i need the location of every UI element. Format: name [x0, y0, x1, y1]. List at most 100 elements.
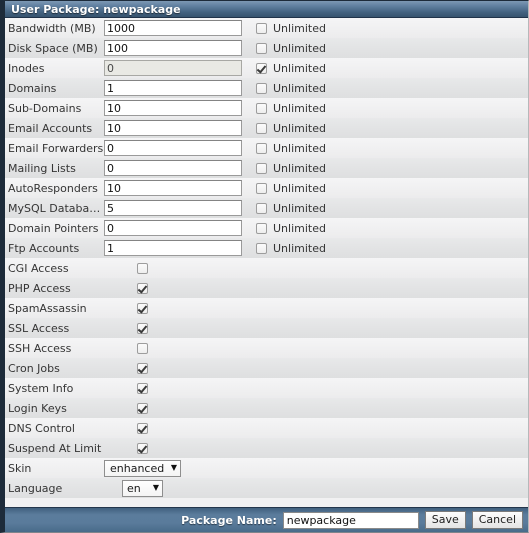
quota-value-input[interactable] [104, 40, 242, 56]
unlimited-label: Unlimited [273, 121, 326, 135]
quota-value-input[interactable] [104, 240, 242, 256]
feature-toggle-cell [104, 322, 181, 334]
package-name-input[interactable] [282, 511, 419, 529]
row-label: Domains [8, 81, 57, 95]
feature-checkbox[interactable] [137, 422, 148, 434]
quota-value-input[interactable] [104, 140, 242, 156]
settings-row: Language en ▼ [5, 478, 528, 498]
settings-row: Cron Jobs [5, 358, 528, 378]
unlimited-label: Unlimited [273, 41, 326, 55]
unlimited-cell: Unlimited [256, 202, 326, 215]
lang-select[interactable]: en ▼ [122, 479, 163, 497]
row-label: Ftp Accounts [8, 241, 80, 255]
unlimited-checkbox[interactable] [256, 42, 267, 54]
unlimited-checkbox[interactable] [256, 222, 267, 234]
feature-checkbox[interactable] [137, 342, 148, 354]
unlimited-checkbox[interactable] [256, 142, 267, 154]
row-label: System Info [8, 381, 74, 395]
settings-row: DNS Control [5, 418, 528, 438]
chevron-down-icon: ▼ [170, 463, 177, 472]
feature-checkbox[interactable] [137, 382, 148, 394]
feature-toggle-cell [104, 362, 181, 374]
skin-select[interactable]: enhanced ▼ [104, 459, 181, 477]
unlimited-checkbox[interactable] [256, 22, 267, 34]
unlimited-label: Unlimited [273, 181, 326, 195]
quota-value-input[interactable] [104, 60, 242, 76]
settings-row: SSH Access [5, 338, 528, 358]
settings-row: Login Keys [5, 398, 528, 418]
settings-row: Skin enhanced ▼ [5, 458, 528, 478]
window-title: User Package: newpackage [5, 1, 528, 18]
unlimited-cell: Unlimited [256, 82, 326, 95]
unlimited-label: Unlimited [273, 141, 326, 155]
unlimited-label: Unlimited [273, 61, 326, 75]
quota-value-input[interactable] [104, 80, 242, 96]
feature-toggle-cell [104, 262, 181, 274]
unlimited-checkbox[interactable] [256, 102, 267, 114]
row-label: Disk Space (MB) [8, 41, 98, 55]
feature-checkbox[interactable] [137, 302, 148, 314]
settings-row: Inodes Unlimited [5, 58, 528, 78]
feature-checkbox[interactable] [137, 442, 148, 454]
row-label: SSL Access [8, 321, 70, 335]
row-label: CGI Access [8, 261, 69, 275]
row-label: Bandwidth (MB) [8, 21, 96, 35]
feature-toggle-cell [104, 302, 181, 314]
quota-value-input[interactable] [104, 120, 242, 136]
feature-checkbox[interactable] [137, 402, 148, 414]
row-label: Sub-Domains [8, 101, 82, 115]
unlimited-cell: Unlimited [256, 162, 326, 175]
settings-row: PHP Access [5, 278, 528, 298]
feature-checkbox[interactable] [137, 362, 148, 374]
row-label: Suspend At Limit [8, 441, 102, 455]
unlimited-checkbox[interactable] [256, 82, 267, 94]
settings-row: MySQL Databases Unlimited [5, 198, 528, 218]
row-label: Email Forwarders [8, 141, 104, 155]
footer-bar: Package Name: Save Cancel [5, 507, 528, 532]
unlimited-checkbox[interactable] [256, 202, 267, 214]
cancel-button[interactable]: Cancel [471, 511, 523, 529]
feature-toggle-cell [104, 442, 181, 454]
settings-row: Sub-Domains Unlimited [5, 98, 528, 118]
unlimited-cell: Unlimited [256, 22, 326, 35]
row-label: SSH Access [8, 341, 72, 355]
unlimited-label: Unlimited [273, 241, 326, 255]
row-label: Cron Jobs [8, 361, 60, 375]
row-label: Mailing Lists [8, 161, 76, 175]
save-button[interactable]: Save [424, 511, 466, 529]
quota-value-input[interactable] [104, 220, 242, 236]
unlimited-label: Unlimited [273, 81, 326, 95]
select-cell: enhanced ▼ [104, 459, 181, 477]
feature-toggle-cell [104, 382, 181, 394]
row-label: Language [8, 481, 63, 495]
settings-row: Mailing Lists Unlimited [5, 158, 528, 178]
user-package-panel: User Package: newpackage Bandwidth (MB) U… [0, 0, 529, 533]
unlimited-checkbox[interactable] [256, 162, 267, 174]
row-label: Inodes [8, 61, 45, 75]
unlimited-cell: Unlimited [256, 242, 326, 255]
unlimited-checkbox[interactable] [256, 242, 267, 254]
feature-toggle-cell [104, 282, 181, 294]
unlimited-checkbox[interactable] [256, 62, 267, 74]
unlimited-checkbox[interactable] [256, 182, 267, 194]
feature-checkbox[interactable] [137, 282, 148, 294]
feature-checkbox[interactable] [137, 322, 148, 334]
unlimited-checkbox[interactable] [256, 122, 267, 134]
quota-value-input[interactable] [104, 20, 242, 36]
quota-value-input[interactable] [104, 180, 242, 196]
row-label: DNS Control [8, 421, 75, 435]
feature-toggle-cell [104, 342, 181, 354]
quota-value-input[interactable] [104, 160, 242, 176]
select-value: en [127, 481, 141, 495]
row-label: Email Accounts [8, 121, 93, 135]
settings-row: SSL Access [5, 318, 528, 338]
feature-checkbox[interactable] [137, 262, 148, 274]
unlimited-cell: Unlimited [256, 182, 326, 195]
quota-value-input[interactable] [104, 200, 242, 216]
quota-value-input[interactable] [104, 100, 242, 116]
chevron-down-icon: ▼ [152, 483, 159, 492]
feature-toggle-cell [104, 402, 181, 414]
row-label: MySQL Databases [8, 201, 104, 215]
settings-row: Disk Space (MB) Unlimited [5, 38, 528, 58]
settings-row: Suspend At Limit [5, 438, 528, 458]
